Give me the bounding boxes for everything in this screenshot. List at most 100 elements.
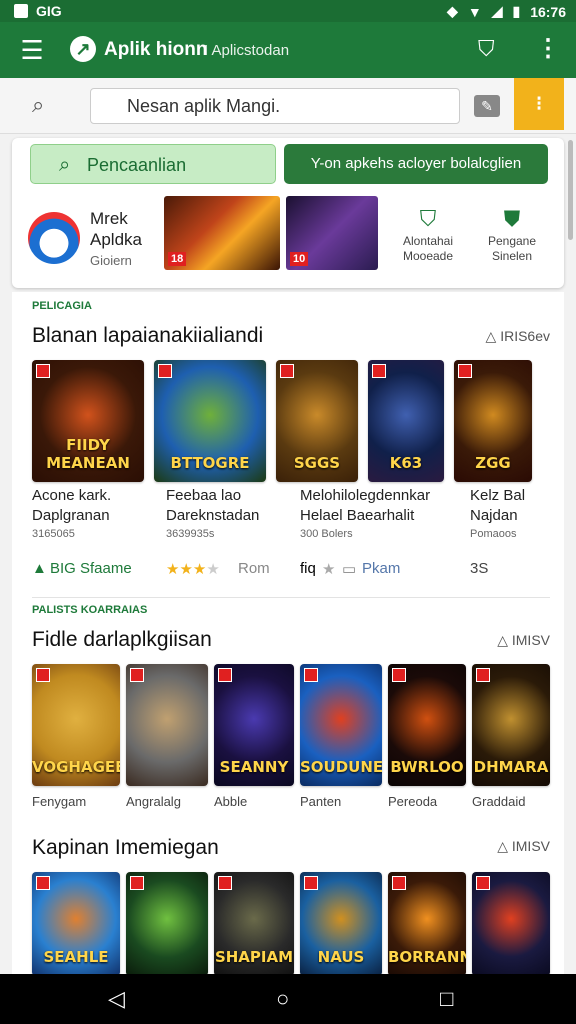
section-1-more-label: IRIS6ev: [500, 328, 550, 344]
game-label[interactable]: Abble: [214, 794, 247, 809]
game-tile[interactable]: K63: [368, 360, 444, 482]
shortcut-1-line1: Alontahai: [402, 234, 454, 248]
orange-menu-button[interactable]: ⁝: [514, 78, 564, 130]
section-1-tag: PELICAGIA: [32, 300, 92, 312]
game-tile[interactable]: ZGG: [454, 360, 532, 482]
game-tile[interactable]: SHAPIAM: [214, 872, 294, 974]
publisher-badge-icon: [304, 876, 318, 890]
game-title-line: Acone kark.: [32, 487, 112, 504]
game-label[interactable]: Panten: [300, 794, 341, 809]
game-art-title: K63: [389, 454, 423, 472]
game-tile[interactable]: NAUS: [300, 872, 382, 974]
publisher-badge-icon: [392, 876, 406, 890]
game-tile[interactable]: SGGS: [276, 360, 358, 482]
game-tile[interactable]: BTTOGRE: [154, 360, 266, 482]
menu-icon[interactable]: ☰: [18, 36, 46, 64]
game-tile[interactable]: BORRANN: [388, 872, 466, 974]
game-tile[interactable]: [126, 664, 208, 786]
featured-thumbnail-2[interactable]: 10: [286, 196, 378, 270]
search-icon: ⌕: [59, 154, 71, 176]
navigation-bar: ◁ ○ □: [0, 974, 576, 1024]
game-3-title[interactable]: Melohilolegdennkar Helael Baearhalit: [300, 486, 430, 526]
recents-icon[interactable]: □: [440, 986, 453, 1012]
game-tile[interactable]: [472, 872, 550, 974]
game-1-meta: 3165065: [32, 528, 75, 540]
profile-line2: Apldka: [90, 230, 142, 249]
game-art-title: ZGG: [475, 454, 511, 472]
game-title-line: Daplgranan: [32, 507, 110, 524]
game-tile[interactable]: SEANNY: [214, 664, 294, 786]
price-1: fiq: [300, 560, 316, 577]
price-3: 3S: [470, 560, 489, 577]
search-pill-button[interactable]: ⌕ Pencaanlian: [30, 144, 276, 184]
game-label[interactable]: Angralalg: [126, 794, 181, 809]
section-2-more-link[interactable]: △ IMISV: [497, 632, 550, 649]
status-bar: GIG ◆ ▼ ◢ ▮ 16:76: [0, 0, 576, 22]
game-tile[interactable]: BWRLOO: [388, 664, 466, 786]
publisher-badge-icon: [392, 668, 406, 682]
featured-thumbnail-1[interactable]: 18: [164, 196, 280, 270]
app-bar: ☰ ↗ Aplik hionn I Aplicstodan ⛉ ⋮: [0, 22, 576, 78]
game-2-title[interactable]: Feebaa lao Dareknstadan: [166, 486, 259, 526]
game-label[interactable]: Graddaid: [472, 794, 525, 809]
game-4-title[interactable]: Kelz Bal Najdan: [470, 486, 525, 526]
game-label[interactable]: Pereoda: [388, 794, 437, 809]
game-art-title: VOGHAGEE: [32, 758, 120, 776]
back-icon[interactable]: ◁: [108, 986, 125, 1012]
section-3-title: Kapinan Imemiegan: [32, 836, 219, 859]
profile-avatar[interactable]: [28, 212, 80, 264]
scrollbar[interactable]: [568, 140, 573, 240]
section-3-more-link[interactable]: △ IMISV: [497, 838, 550, 855]
badge-label: BIG Sfaame: [50, 560, 132, 577]
game-4-meta: Pomaoos: [470, 528, 517, 540]
more-options-icon[interactable]: ⋮: [536, 34, 560, 63]
apps-pill-button[interactable]: Y-on apkehs acloyer bolalcglien: [284, 144, 548, 184]
shortcut-2[interactable]: ⛊ Pengane Sinelen: [474, 204, 550, 264]
game-label[interactable]: Fenygam: [32, 794, 86, 809]
main-content: PELICAGIA Blanan lapaianakiialiandi △ IR…: [12, 292, 564, 974]
publisher-badge-icon: [36, 364, 50, 378]
game-tile[interactable]: SOUDUNE: [300, 664, 382, 786]
star-icon: ★: [322, 561, 336, 578]
game-title-line: Melohilolegdennkar: [300, 487, 431, 504]
shopping-bag-icon[interactable]: ⛉: [478, 36, 495, 62]
game-3-meta: 300 Bolers: [300, 528, 353, 540]
shortcut-2-line2: Sinelen: [491, 249, 533, 263]
section-1-more-link[interactable]: △ IRIS6ev: [486, 328, 550, 345]
publisher-badge-icon: [36, 876, 50, 890]
game-1-title[interactable]: Acone kark. Daplgranan: [32, 486, 111, 526]
profile-line3: Gioiern: [90, 253, 132, 268]
publisher-badge-icon: [130, 668, 144, 682]
publisher-badge-icon: [476, 668, 490, 682]
game-art-title: SGGS: [293, 454, 341, 472]
game-art-title: FIIDY MEANEAN: [46, 436, 130, 472]
voice-search-icon[interactable]: ✎: [474, 95, 500, 117]
age-rating-badge: 18: [168, 252, 187, 266]
home-icon[interactable]: ○: [276, 986, 289, 1012]
game-art-title: SOUDUNE: [300, 758, 382, 776]
game-tile[interactable]: SEAHLE: [32, 872, 120, 974]
shortcut-1[interactable]: ⛉ Alontahai Mooeade: [390, 204, 466, 264]
search-field[interactable]: [90, 88, 460, 124]
tag-icon: ▭: [342, 561, 357, 578]
publisher-badge-icon: [372, 364, 386, 378]
game-art-title: SEAHLE: [43, 948, 109, 966]
search-input[interactable]: [91, 89, 459, 123]
app-logo-icon: ↗: [70, 36, 96, 62]
publisher-badge-icon: [458, 364, 472, 378]
game-tile[interactable]: DHMARA: [472, 664, 550, 786]
game-tile[interactable]: VOGHAGEE: [32, 664, 120, 786]
game-tile[interactable]: FIIDY MEANEAN: [32, 360, 144, 482]
section-3-game-row: SEAHLE SHAPIAM NAUS BORRANN: [32, 872, 550, 974]
search-icon[interactable]: ⌕: [32, 92, 44, 118]
section-3-more-label: IMISV: [511, 838, 550, 854]
section-1-game-row: FIIDY MEANEAN BTTOGRE SGGS K63 ZGG: [32, 360, 532, 482]
game-tile[interactable]: [126, 872, 208, 974]
game-title-line: Dareknstadan: [166, 507, 260, 524]
game-title-line: Helael Baearhalit: [300, 507, 415, 524]
search-row: ⌕ ✎ ⁝: [0, 78, 576, 134]
game-art-title: DHMARA: [473, 758, 549, 776]
publisher-badge-icon: [218, 876, 232, 890]
profile-text: Mrek Apldka Gioiern: [90, 208, 142, 271]
age-rating-badge: 10: [290, 252, 309, 266]
